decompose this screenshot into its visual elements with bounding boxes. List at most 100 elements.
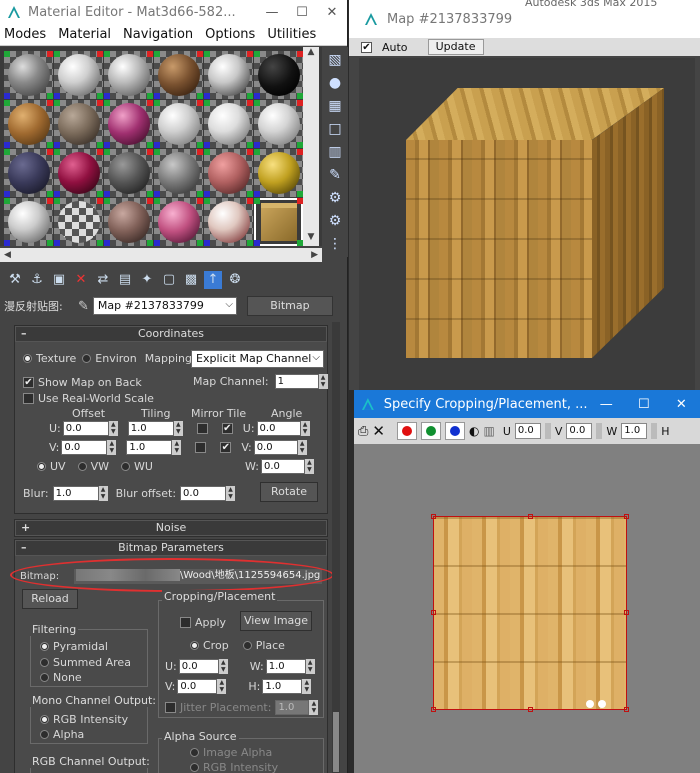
- make-unique-icon[interactable]: ⇄: [94, 271, 112, 289]
- crop-u-field[interactable]: 0.0: [514, 423, 541, 439]
- u-tile-checkbox[interactable]: ✔: [221, 423, 233, 434]
- mono-alpha-radio[interactable]: [40, 730, 49, 739]
- pyramidal-radio[interactable]: [40, 642, 49, 651]
- menu-material[interactable]: Material: [58, 27, 111, 42]
- scroll-left-arrow-icon[interactable]: ◀: [4, 250, 11, 260]
- slots-vertical-scrollbar[interactable]: ▲ ▼: [303, 47, 319, 246]
- view-image-button[interactable]: View Image: [240, 611, 312, 631]
- select-by-material-icon[interactable]: ⚙: [325, 211, 345, 231]
- v-tile-checkbox[interactable]: ✔: [220, 442, 232, 453]
- mono-rgb-intensity-radio[interactable]: [40, 715, 49, 724]
- menu-modes[interactable]: Modes: [4, 27, 46, 42]
- sample-slot[interactable]: [154, 149, 203, 197]
- backlight-icon[interactable]: ●: [325, 73, 345, 93]
- sample-slot[interactable]: [204, 51, 253, 99]
- sample-slot[interactable]: [104, 149, 153, 197]
- alpha-rgb-radio[interactable]: [190, 763, 199, 772]
- crop-v-spinner[interactable]: 0.0 ▲ ▼: [177, 679, 227, 694]
- mapping-dropdown[interactable]: Explicit Map Channel ⌵: [191, 350, 324, 368]
- scroll-down-arrow-icon[interactable]: ▼: [303, 232, 319, 246]
- sample-type-icon[interactable]: ▧: [325, 50, 345, 70]
- maximize-button[interactable]: ☐: [287, 5, 317, 20]
- minimize-button[interactable]: —: [588, 397, 626, 412]
- map-window-titlebar[interactable]: Map #2137833799 Autodesk 3ds Max 2015: [349, 0, 700, 38]
- scroll-up-arrow-icon[interactable]: ▲: [303, 47, 319, 61]
- sample-slot[interactable]: [104, 198, 153, 246]
- maximize-button[interactable]: ☐: [625, 397, 663, 412]
- crop-handle-left[interactable]: [431, 610, 436, 615]
- sample-slot[interactable]: [4, 198, 53, 246]
- sample-slot[interactable]: [4, 51, 53, 99]
- sample-slot[interactable]: [54, 51, 103, 99]
- close-button[interactable]: ✕: [663, 397, 700, 412]
- slots-horizontal-scrollbar[interactable]: ◀ ▶: [0, 248, 322, 262]
- material-map-navigator-icon[interactable]: ⋮: [325, 234, 345, 254]
- crop-window-titlebar[interactable]: Specify Cropping/Placement, ... — ☐ ✕: [354, 390, 700, 418]
- sample-slot[interactable]: [104, 51, 153, 99]
- sample-slot[interactable]: [154, 100, 203, 148]
- texture-radio[interactable]: [23, 354, 32, 363]
- minimize-button[interactable]: —: [257, 5, 287, 20]
- map-type-button[interactable]: Bitmap: [246, 296, 333, 316]
- jitter-placement-spinner[interactable]: 1.0 ▲ ▼: [275, 700, 319, 715]
- alpha-channel-icon[interactable]: ◐: [469, 424, 479, 438]
- map-channel-spinner[interactable]: 1 ▲ ▼: [274, 374, 328, 389]
- crop-handle-top-left[interactable]: [431, 514, 436, 519]
- blur-spinner[interactable]: 1.0 ▲ ▼: [52, 486, 108, 501]
- sample-slot[interactable]: [254, 149, 303, 197]
- options-icon[interactable]: ⚙: [325, 188, 345, 208]
- v-offset-spinner[interactable]: 0.0 ▲ ▼: [61, 440, 117, 455]
- sample-slot[interactable]: [54, 198, 103, 246]
- mono-icon[interactable]: ▥: [483, 424, 494, 438]
- jitter-placement-checkbox[interactable]: [165, 702, 176, 713]
- crop-h-spinner[interactable]: 1.0 ▲ ▼: [262, 679, 312, 694]
- update-button[interactable]: Update: [427, 39, 484, 55]
- w-angle-spinner[interactable]: 0.0 ▲ ▼: [260, 459, 314, 474]
- material-editor-titlebar[interactable]: Material Editor - Mat3d66-582... — ☐ ✕: [0, 0, 347, 24]
- crop-handle-top-right[interactable]: [624, 514, 629, 519]
- sample-slot[interactable]: [4, 100, 53, 148]
- make-preview-icon[interactable]: ✎: [325, 165, 345, 185]
- background-icon[interactable]: ▦: [325, 96, 345, 116]
- bitmap-parameters-rollout-header[interactable]: – Bitmap Parameters: [15, 540, 327, 556]
- put-to-library-icon[interactable]: ▤: [116, 271, 134, 289]
- close-button[interactable]: ✕: [317, 5, 347, 20]
- crop-handle-right[interactable]: [624, 610, 629, 615]
- summed-area-radio[interactable]: [40, 658, 49, 667]
- go-to-parent-icon[interactable]: ↑: [204, 271, 222, 289]
- uv-tiling-icon[interactable]: □: [325, 119, 345, 139]
- v-tiling-spinner[interactable]: 1.0 ▲ ▼: [126, 440, 182, 455]
- sample-slot[interactable]: [254, 100, 303, 148]
- auto-checkbox[interactable]: ✔: [361, 41, 372, 53]
- uv-radio[interactable]: [37, 462, 46, 471]
- go-forward-to-sibling-icon[interactable]: ❂: [226, 271, 244, 289]
- show-end-result-icon[interactable]: ▩: [182, 271, 200, 289]
- v-angle-spinner[interactable]: 0.0 ▲ ▼: [253, 440, 307, 455]
- show-map-on-back-checkbox[interactable]: ✔: [23, 377, 34, 388]
- get-material-icon[interactable]: ⚒: [6, 271, 24, 289]
- green-channel-button[interactable]: [420, 422, 441, 440]
- crop-handle-bottom-left[interactable]: [431, 707, 436, 712]
- clear-icon[interactable]: ✕: [372, 422, 385, 440]
- blue-channel-button[interactable]: [444, 422, 465, 440]
- coordinates-rollout-header[interactable]: – Coordinates: [15, 326, 327, 342]
- sample-slot[interactable]: [204, 100, 253, 148]
- crop-handle-bottom[interactable]: [528, 707, 533, 712]
- sample-slot[interactable]: [204, 198, 253, 246]
- reload-button[interactable]: Reload: [22, 589, 78, 609]
- sample-slot[interactable]: [254, 51, 303, 99]
- alpha-image-radio[interactable]: [190, 748, 199, 757]
- menu-options[interactable]: Options: [205, 27, 255, 42]
- menu-utilities[interactable]: Utilities: [267, 27, 316, 42]
- v-mirror-checkbox[interactable]: [195, 442, 207, 453]
- eyedropper-icon[interactable]: ✎: [78, 299, 89, 314]
- u-tiling-spinner[interactable]: 1.0 ▲ ▼: [127, 421, 183, 436]
- reset-map-icon[interactable]: ✕: [72, 271, 90, 289]
- crop-radio[interactable]: [190, 641, 199, 650]
- put-to-scene-icon[interactable]: ⚓: [28, 271, 46, 289]
- place-radio[interactable]: [242, 641, 252, 650]
- scroll-right-arrow-icon[interactable]: ▶: [311, 250, 318, 260]
- sample-slot[interactable]: [154, 51, 203, 99]
- material-id-icon[interactable]: ✦: [138, 271, 156, 289]
- apply-checkbox[interactable]: [180, 617, 191, 628]
